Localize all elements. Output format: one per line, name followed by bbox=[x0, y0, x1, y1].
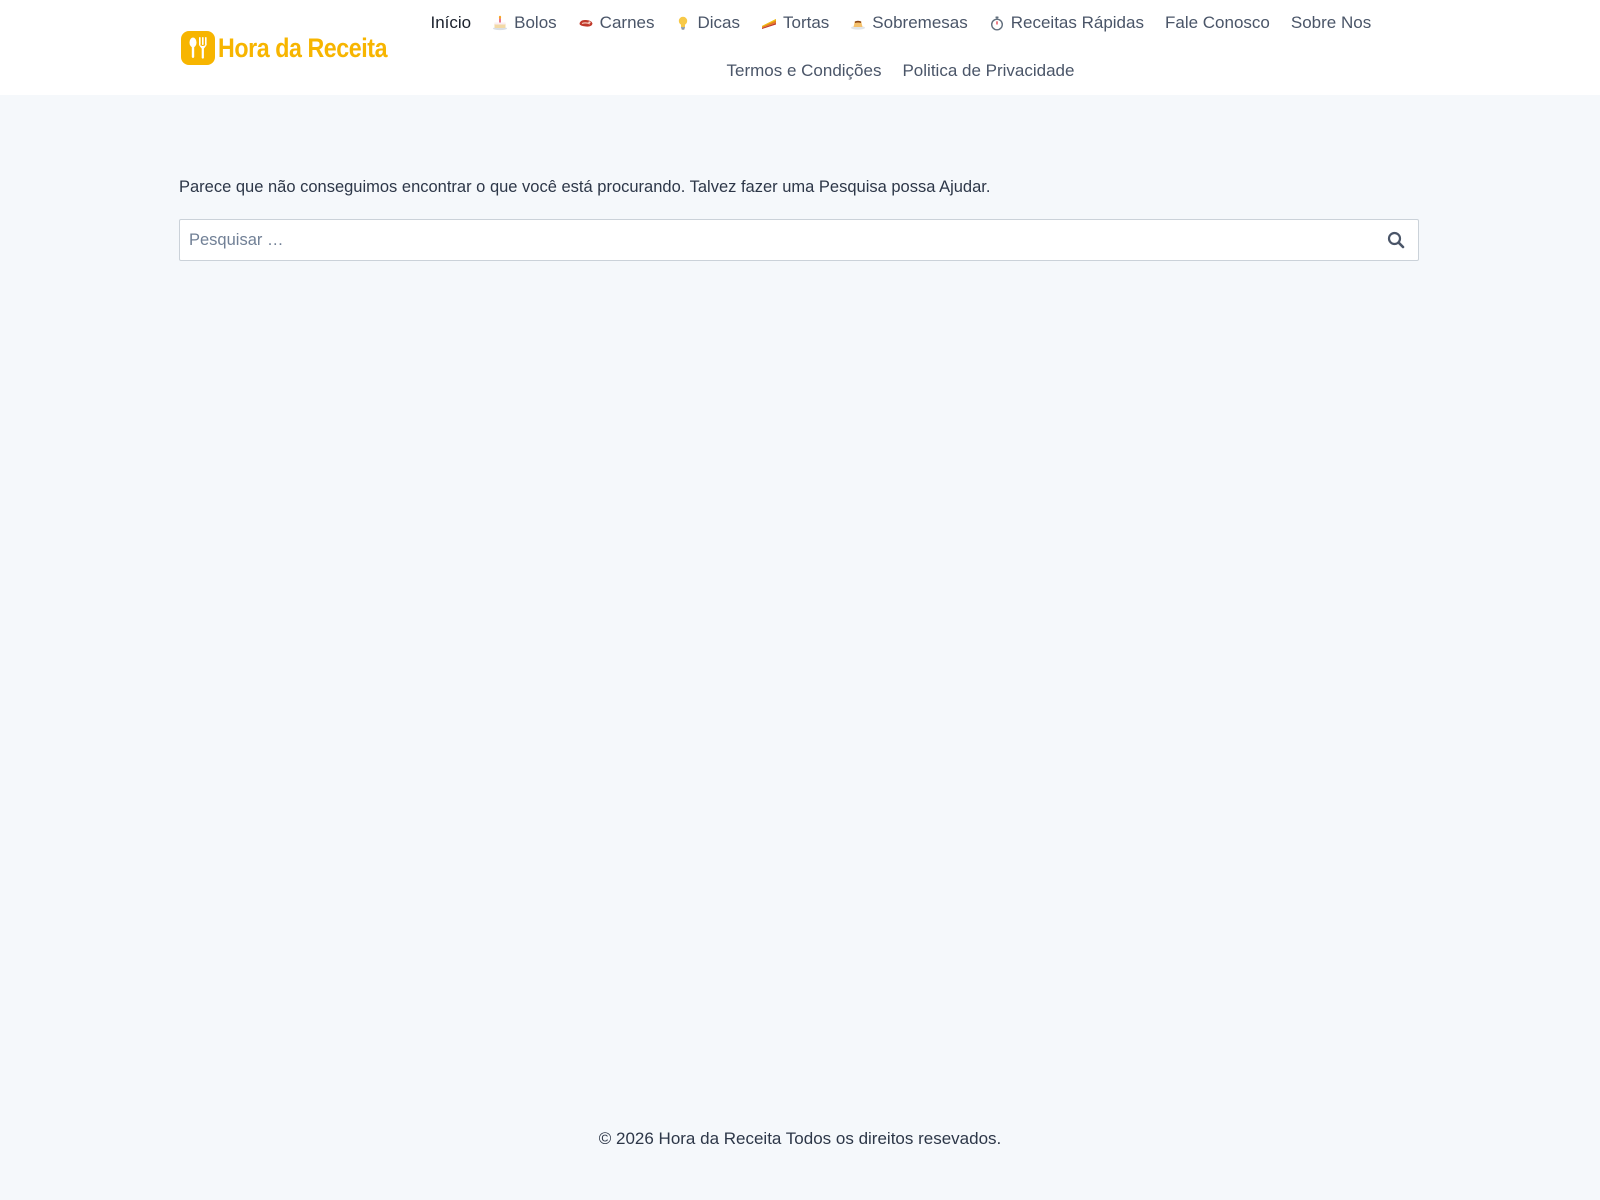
search-icon bbox=[1387, 231, 1405, 249]
nav-item-bolos[interactable]: Bolos bbox=[482, 13, 568, 33]
nav-item-sobre-nos[interactable]: Sobre Nos bbox=[1280, 13, 1381, 33]
meat-icon bbox=[578, 15, 594, 31]
site-header: Hora da Receita Início Bolos Carnes Dica… bbox=[0, 0, 1600, 95]
nav-item-inicio[interactable]: Início bbox=[420, 13, 482, 33]
pudding-icon bbox=[850, 15, 866, 31]
site-logo-text: Hora da Receita bbox=[218, 32, 388, 63]
not-found-message: Parece que não conseguimos encontrar o q… bbox=[179, 178, 991, 196]
lightbulb-icon bbox=[675, 15, 691, 31]
nav-item-label: Carnes bbox=[599, 13, 655, 32]
nav-item-privacidade[interactable]: Politica de Privacidade bbox=[892, 61, 1085, 81]
search-input[interactable] bbox=[180, 220, 1360, 260]
site-logo[interactable]: Hora da Receita bbox=[181, 30, 415, 66]
search-button[interactable] bbox=[1384, 228, 1408, 252]
nav-item-label: Sobre Nos bbox=[1290, 13, 1372, 32]
nav-item-label: Politica de Privacidade bbox=[902, 61, 1075, 80]
search-form bbox=[179, 219, 1419, 261]
nav-item-dicas[interactable]: Dicas bbox=[665, 13, 751, 33]
footer-copyright: © 2026 Hora da Receita Todos os direitos… bbox=[598, 1129, 1002, 1148]
nav-item-carnes[interactable]: Carnes bbox=[567, 13, 665, 33]
nav-item-label: Termos e Condições bbox=[726, 61, 882, 80]
nav-item-fale-conosco[interactable]: Fale Conosco bbox=[1154, 13, 1280, 33]
nav-item-label: Tortas bbox=[783, 13, 830, 32]
nav-item-tortas[interactable]: Tortas bbox=[751, 13, 840, 33]
primary-navigation: Início Bolos Carnes Dicas Tortas Sobreme… bbox=[420, 11, 1382, 35]
nav-item-label: Bolos bbox=[514, 13, 557, 32]
secondary-navigation: Termos e Condições Politica de Privacida… bbox=[716, 59, 1085, 83]
nav-item-sobremesas[interactable]: Sobremesas bbox=[840, 13, 978, 33]
nav-item-termos[interactable]: Termos e Condições bbox=[716, 61, 892, 81]
stopwatch-icon bbox=[989, 15, 1005, 31]
nav-item-label: Fale Conosco bbox=[1164, 13, 1270, 32]
nav-item-label: Início bbox=[430, 13, 472, 32]
nav-item-label: Receitas Rápidas bbox=[1010, 13, 1144, 32]
cake-icon bbox=[492, 15, 508, 31]
nav-item-label: Sobremesas bbox=[872, 13, 968, 32]
nav-item-label: Dicas bbox=[697, 13, 740, 32]
pie-icon bbox=[761, 15, 777, 31]
nav-item-receitas-rapidas[interactable]: Receitas Rápidas bbox=[978, 13, 1154, 33]
utensils-icon bbox=[181, 31, 215, 65]
